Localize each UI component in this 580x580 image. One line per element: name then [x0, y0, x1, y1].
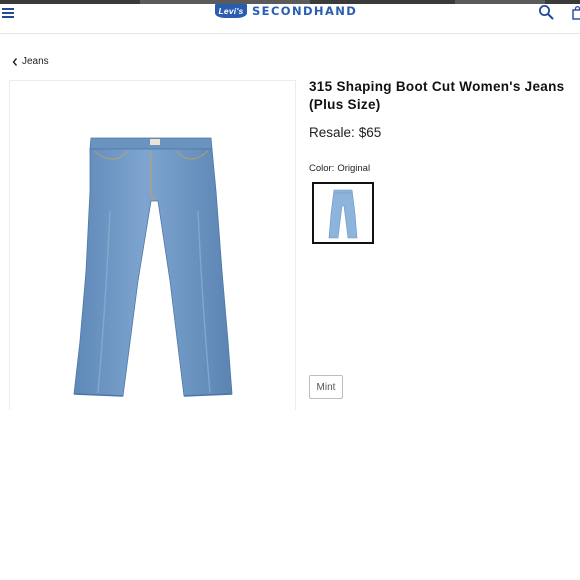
price: Resale: $65	[309, 125, 381, 140]
product-title: 315 Shaping Boot Cut Women's Jeans (Plus…	[309, 79, 565, 112]
condition-button[interactable]: Mint	[309, 375, 343, 399]
site-header: Levi's SECONDHAND	[0, 4, 580, 34]
color-swatch-selected[interactable]	[312, 182, 374, 244]
site-logo[interactable]: Levi's SECONDHAND	[215, 4, 357, 18]
logo-wordmark: SECONDHAND	[252, 4, 358, 18]
color-label: Color: Original	[309, 163, 370, 174]
jeans-illustration	[73, 137, 233, 397]
shopping-bag-icon[interactable]	[572, 6, 580, 20]
product-image[interactable]	[9, 80, 296, 410]
breadcrumb-label: Jeans	[22, 56, 49, 67]
price-value: $65	[358, 125, 382, 140]
color-label-value: Original	[337, 163, 371, 174]
chevron-left-icon	[12, 57, 18, 66]
hamburger-menu-icon[interactable]	[2, 8, 14, 18]
jeans-thumbnail	[328, 189, 358, 239]
levis-logo-mark: Levi's	[215, 4, 247, 18]
color-label-prefix: Color:	[309, 163, 335, 174]
search-icon[interactable]	[538, 4, 554, 20]
price-label: Resale:	[309, 125, 355, 140]
breadcrumb-back-link[interactable]: Jeans	[11, 56, 49, 67]
